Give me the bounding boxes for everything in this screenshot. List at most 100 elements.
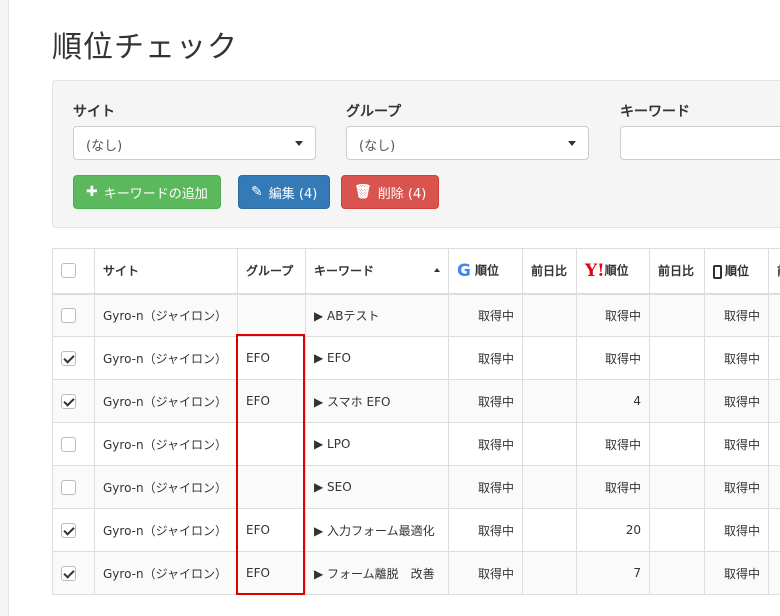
cell-yahoo-rank: 取得中 <box>576 465 650 509</box>
cell-yahoo-prev <box>649 379 705 423</box>
cell-yahoo-rank: 取得中 <box>576 336 650 380</box>
header-site[interactable]: サイト <box>94 248 238 295</box>
edit-button[interactable]: ✎ 編集 (4) <box>238 175 331 209</box>
delete-label: 削除 (4) <box>377 186 427 202</box>
page-title: 順位チェック <box>52 30 238 65</box>
left-rail <box>0 0 9 616</box>
table-row: Gyro-n（ジャイロン） EFO ▶ EFO 取得中 取得中 取得中 <box>52 336 780 380</box>
cell-keyword-link[interactable]: ▶ フォーム離脱 改善 <box>305 551 449 595</box>
delete-button[interactable]: 🗑 削除 (4) <box>341 175 440 209</box>
google-logo-icon: G <box>457 260 471 281</box>
cell-site: Gyro-n（ジャイロン） <box>94 293 238 337</box>
trash-icon: 🗑 <box>354 184 372 200</box>
row-select-cell[interactable] <box>52 465 95 509</box>
cell-yahoo-rank: 取得中 <box>576 422 650 466</box>
table-header-row: サイト グループ キーワード G順位 前日比 Y!順位 前日比 順位 前 <box>52 248 780 295</box>
cell-yahoo-rank: 取得中 <box>576 293 650 337</box>
cell-mobile-rank: 取得中 <box>704 551 769 595</box>
cell-group: EFO <box>237 551 306 595</box>
row-select-cell[interactable] <box>52 422 95 466</box>
cell-google-rank: 取得中 <box>448 422 523 466</box>
header-yahoo-prev[interactable]: 前日比 <box>649 248 705 295</box>
chevron-down-icon <box>568 141 576 146</box>
cell-yahoo-prev <box>649 508 705 552</box>
select-all-cell[interactable] <box>52 248 95 295</box>
row-select-cell[interactable] <box>52 508 95 552</box>
cell-mobile-prev <box>768 551 780 595</box>
cell-google-prev <box>522 293 577 337</box>
cell-google-rank: 取得中 <box>448 293 523 337</box>
row-checkbox[interactable] <box>61 393 76 409</box>
cell-yahoo-prev <box>649 465 705 509</box>
plus-icon: ✚ <box>86 184 98 200</box>
add-keyword-label: キーワードの追加 <box>103 186 208 202</box>
row-checkbox[interactable] <box>61 436 76 452</box>
cell-google-prev <box>522 508 577 552</box>
header-group[interactable]: グループ <box>237 248 306 295</box>
keyword-input[interactable] <box>620 126 780 160</box>
cell-keyword-link[interactable]: ▶ ABテスト <box>305 293 449 337</box>
cell-mobile-prev <box>768 422 780 466</box>
cell-google-prev <box>522 422 577 466</box>
yahoo-rank-label: 順位 <box>604 263 629 278</box>
cell-site: Gyro-n（ジャイロン） <box>94 336 238 380</box>
cell-group: EFO <box>237 336 306 380</box>
edit-label: 編集 (4) <box>268 186 318 202</box>
table-row: Gyro-n（ジャイロン） EFO ▶ 入力フォーム最適化 取得中 20 取得中 <box>52 508 780 552</box>
header-mobile-prev[interactable]: 前 <box>768 248 780 295</box>
row-checkbox[interactable] <box>61 479 76 495</box>
row-checkbox[interactable] <box>61 350 76 366</box>
cell-keyword-link[interactable]: ▶ EFO <box>305 336 449 380</box>
row-select-cell[interactable] <box>52 379 95 423</box>
row-checkbox[interactable] <box>61 565 76 581</box>
add-keyword-button[interactable]: ✚ キーワードの追加 <box>73 175 221 209</box>
header-google-prev[interactable]: 前日比 <box>522 248 577 295</box>
cell-group <box>237 465 306 509</box>
cell-group <box>237 293 306 337</box>
cell-google-prev <box>522 551 577 595</box>
cell-site: Gyro-n（ジャイロン） <box>94 379 238 423</box>
cell-group <box>237 422 306 466</box>
cell-group: EFO <box>237 508 306 552</box>
group-select-value: (なし) <box>359 139 396 154</box>
table-row: Gyro-n（ジャイロン） ▶ SEO 取得中 取得中 取得中 <box>52 465 780 509</box>
header-yahoo-rank[interactable]: Y!順位 <box>576 248 650 295</box>
row-select-cell[interactable] <box>52 293 95 337</box>
cell-mobile-prev <box>768 508 780 552</box>
cell-google-prev <box>522 465 577 509</box>
cell-google-rank: 取得中 <box>448 465 523 509</box>
mobile-rank-label: 順位 <box>725 264 750 279</box>
cell-site: Gyro-n（ジャイロン） <box>94 465 238 509</box>
table-row: Gyro-n（ジャイロン） ▶ LPO 取得中 取得中 取得中 <box>52 422 780 466</box>
cell-google-prev <box>522 379 577 423</box>
cell-site: Gyro-n（ジャイロン） <box>94 508 238 552</box>
site-select[interactable]: (なし) <box>73 126 316 160</box>
cell-yahoo-prev <box>649 336 705 380</box>
group-select[interactable]: (なし) <box>346 126 589 160</box>
row-checkbox[interactable] <box>61 522 76 538</box>
cell-mobile-prev <box>768 465 780 509</box>
cell-yahoo-prev <box>649 551 705 595</box>
sort-asc-icon <box>434 268 440 273</box>
cell-yahoo-rank: 4 <box>576 379 650 423</box>
row-select-cell[interactable] <box>52 551 95 595</box>
header-keyword[interactable]: キーワード <box>305 248 449 295</box>
filter-panel: サイト (なし) グループ (なし) キーワード ✚ キーワードの追加 ✎ 編集… <box>52 80 780 228</box>
header-google-rank[interactable]: G 順位 <box>448 248 523 295</box>
smartphone-icon <box>713 264 722 279</box>
select-all-checkbox[interactable] <box>61 263 76 279</box>
row-checkbox[interactable] <box>61 307 76 323</box>
cell-mobile-prev <box>768 336 780 380</box>
cell-mobile-rank: 取得中 <box>704 508 769 552</box>
row-select-cell[interactable] <box>52 336 95 380</box>
cell-google-rank: 取得中 <box>448 379 523 423</box>
cell-keyword-link[interactable]: ▶ SEO <box>305 465 449 509</box>
cell-mobile-prev <box>768 293 780 337</box>
cell-keyword-link[interactable]: ▶ LPO <box>305 422 449 466</box>
cell-yahoo-rank: 7 <box>576 551 650 595</box>
cell-yahoo-prev <box>649 422 705 466</box>
cell-keyword-link[interactable]: ▶ 入力フォーム最適化 <box>305 508 449 552</box>
site-select-value: (なし) <box>86 139 123 154</box>
header-mobile-rank[interactable]: 順位 <box>704 248 769 295</box>
cell-keyword-link[interactable]: ▶ スマホ EFO <box>305 379 449 423</box>
